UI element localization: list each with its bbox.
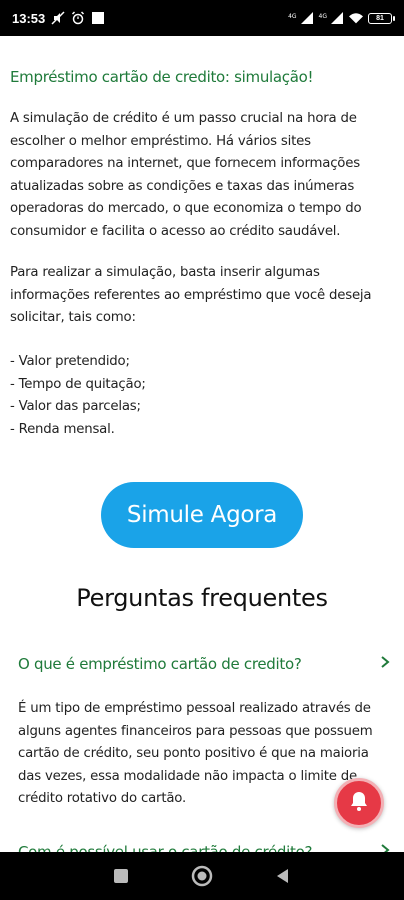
signal-icon bbox=[330, 11, 344, 25]
notification-bell-button[interactable] bbox=[334, 778, 384, 828]
battery-icon: 81 bbox=[368, 12, 395, 24]
list-item: - Valor das parcelas; bbox=[10, 399, 141, 414]
list-item: - Valor pretendido; bbox=[10, 354, 130, 369]
faq-question-1[interactable]: O que é empréstimo cartão de credito? bbox=[18, 654, 394, 673]
back-triangle-icon[interactable] bbox=[269, 862, 297, 890]
home-circle-icon[interactable] bbox=[188, 862, 216, 890]
status-left: 13:53 bbox=[12, 11, 105, 26]
bell-icon bbox=[347, 789, 371, 817]
chevron-right-icon bbox=[380, 842, 390, 852]
mute-icon bbox=[51, 11, 65, 25]
battery-level: 81 bbox=[376, 14, 384, 22]
faq-question-2[interactable]: Com é possível usar o cartão de crédito? bbox=[18, 842, 394, 852]
chevron-right-icon bbox=[380, 654, 390, 673]
paragraph-simulation: Para realizar a simulação, basta inserir… bbox=[10, 265, 372, 325]
list-item: - Tempo de quitação; bbox=[10, 376, 146, 392]
status-bar: 13:53 4G 4G 81 bbox=[0, 0, 404, 36]
recents-square-icon[interactable] bbox=[107, 862, 135, 890]
faq-question-label: Com é possível usar o cartão de crédito? bbox=[18, 842, 313, 853]
faq-question-label: O que é empréstimo cartão de credito? bbox=[18, 654, 302, 673]
faq-answer-1: É um tipo de empréstimo pessoal realizad… bbox=[18, 701, 373, 806]
wifi-icon bbox=[349, 11, 363, 25]
faq-heading: Perguntas frequentes bbox=[76, 584, 328, 612]
paragraph-intro: A simulação de crédito é um passo crucia… bbox=[10, 111, 362, 239]
status-right: 4G 4G 81 bbox=[288, 11, 395, 25]
network-type-label: 4G bbox=[288, 13, 297, 20]
square-notification-icon bbox=[91, 11, 105, 25]
page-content: Empréstimo cartão de credito: simulação!… bbox=[0, 36, 404, 852]
section-title: Empréstimo cartão de credito: simulação! bbox=[10, 68, 314, 86]
simule-agora-button[interactable]: Simule Agora bbox=[101, 482, 303, 548]
system-nav-bar bbox=[0, 852, 404, 900]
alarm-icon bbox=[71, 11, 85, 25]
list-item: - Renda mensal. bbox=[10, 421, 115, 437]
status-time: 13:53 bbox=[12, 10, 46, 26]
bullet-list: - Valor pretendido; - Tempo de quitação;… bbox=[10, 351, 146, 441]
network-type-label: 4G bbox=[318, 13, 327, 20]
signal-icon bbox=[300, 11, 314, 25]
